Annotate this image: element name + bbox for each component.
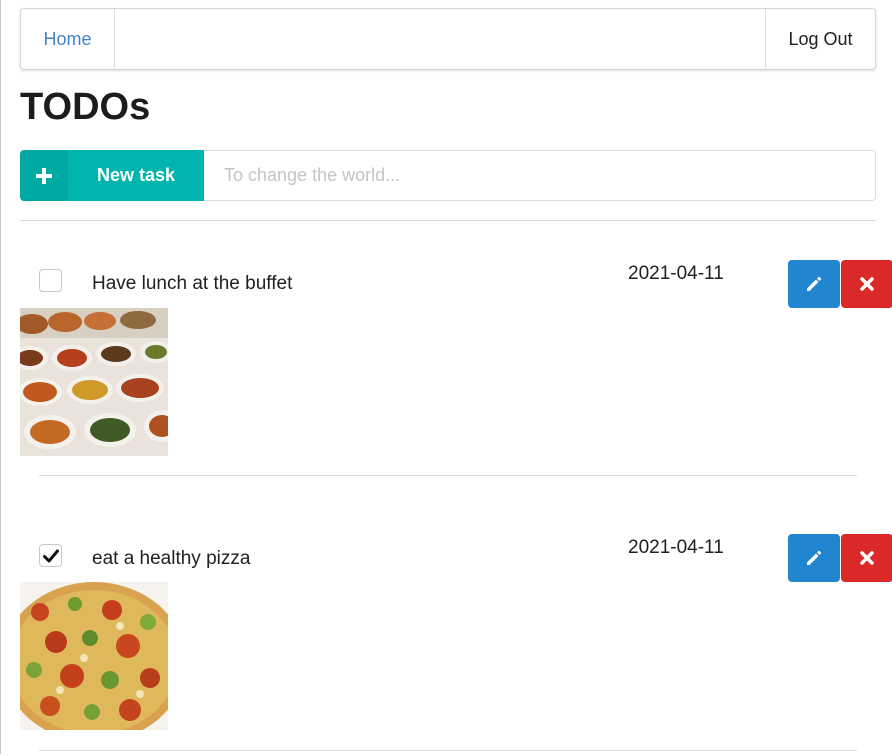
todo-date: 2021-04-11 — [628, 537, 724, 558]
home-link[interactable]: Home — [21, 9, 115, 69]
todo-text: Have lunch at the buffet — [92, 273, 293, 294]
plus-icon — [20, 150, 68, 201]
pencil-icon — [807, 276, 822, 291]
todo-text: eat a healthy pizza — [92, 548, 251, 569]
todo-date: 2021-04-11 — [628, 263, 724, 284]
pencil-icon — [807, 550, 822, 565]
edit-button[interactable] — [788, 260, 840, 308]
delete-button[interactable] — [841, 260, 892, 308]
todo-checkbox[interactable] — [39, 544, 62, 567]
delete-button[interactable] — [841, 534, 892, 582]
checkmark-icon — [42, 549, 59, 562]
page-title: TODOs — [20, 86, 151, 128]
edit-button[interactable] — [788, 534, 840, 582]
item-divider — [39, 750, 857, 751]
todo-checkbox[interactable] — [39, 269, 62, 292]
new-task-label: New task — [96, 165, 176, 185]
item-divider — [39, 475, 857, 476]
pizza-image — [20, 582, 168, 730]
buffet-food-image — [20, 308, 168, 456]
todo-item: Have lunch at the buffet 2021-04-11 — [0, 221, 892, 481]
logout-link[interactable]: Log Out — [765, 9, 875, 69]
todo-item: eat a healthy pizza 2021-04-11 — [0, 496, 892, 756]
new-task-input[interactable] — [204, 150, 876, 201]
top-menu: Home Log Out — [20, 8, 876, 70]
close-icon — [860, 277, 874, 291]
close-icon — [860, 551, 874, 565]
new-task-button[interactable]: New task — [20, 150, 204, 201]
